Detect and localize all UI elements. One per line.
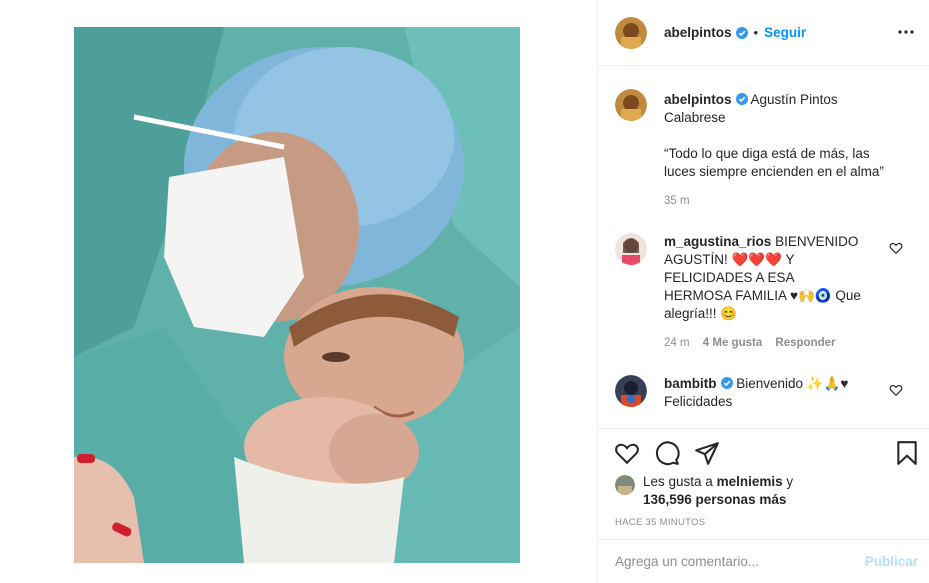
author-username[interactable]: abelpintos xyxy=(664,25,732,40)
caption-username[interactable]: abelpintos xyxy=(664,92,732,107)
verified-badge-icon xyxy=(735,93,748,105)
publish-button[interactable]: Publicar xyxy=(865,554,918,569)
likes-text: Les gusta a melniemis y 136,596 personas… xyxy=(643,473,793,509)
save-bookmark-icon[interactable] xyxy=(894,440,920,466)
verified-badge-icon xyxy=(720,377,733,389)
comment-meta: 24 m 4 Me gusta Responder xyxy=(664,337,846,349)
caption: abelpintos Agustín Pintos Calabrese “Tod… xyxy=(615,89,915,207)
comment-input[interactable] xyxy=(615,554,845,569)
comment-text: m_agustina_rios BIENVENIDO AGUSTÍN! ❤️❤️… xyxy=(664,233,864,323)
caption-quote: “Todo lo que diga está de más, las luces… xyxy=(664,146,884,179)
caption-text: abelpintos Agustín Pintos Calabrese “Tod… xyxy=(664,91,900,181)
liker-username[interactable]: melniemis xyxy=(717,474,783,489)
reply-button[interactable]: Responder xyxy=(775,337,835,349)
likes-count[interactable]: 136,596 personas más xyxy=(643,492,786,507)
comment-username[interactable]: bambitb xyxy=(664,376,717,391)
comment-likes[interactable]: 4 Me gusta xyxy=(703,337,762,349)
comment-item: bambitb Bienvenido ✨🙏♥ Felicidades xyxy=(615,375,915,409)
media-pane xyxy=(0,0,597,583)
commenter-avatar[interactable] xyxy=(615,375,647,407)
commenter-avatar[interactable] xyxy=(615,233,647,265)
caption-avatar[interactable] xyxy=(615,89,647,121)
more-options-icon[interactable] xyxy=(896,22,916,42)
likes-conj: y xyxy=(786,474,794,489)
post-photo-art xyxy=(74,27,520,563)
author-avatar[interactable] xyxy=(615,16,647,49)
verified-badge-icon xyxy=(735,26,748,39)
post-actions: Les gusta a melniemis y 136,596 personas… xyxy=(598,428,929,538)
likes-prefix: Les gusta a xyxy=(643,474,713,489)
comment-username[interactable]: m_agustina_rios xyxy=(664,234,771,249)
comments-list[interactable]: abelpintos Agustín Pintos Calabrese “Tod… xyxy=(598,67,929,427)
like-heart-icon[interactable] xyxy=(614,440,640,466)
post-header: abelpintos • Seguir xyxy=(598,0,929,66)
like-comment-heart-icon[interactable] xyxy=(889,383,903,397)
comment-bubble-icon[interactable] xyxy=(654,440,680,466)
share-paper-plane-icon[interactable] xyxy=(694,440,720,466)
add-comment-bar: Publicar xyxy=(598,539,929,583)
comment-time[interactable]: 24 m xyxy=(664,337,690,349)
post-timestamp[interactable]: HACE 35 MINUTOS xyxy=(615,517,705,528)
separator-dot: • xyxy=(753,25,759,40)
liker-avatar[interactable] xyxy=(615,475,635,495)
comment-text: bambitb Bienvenido ✨🙏♥ Felicidades xyxy=(664,375,864,411)
like-comment-heart-icon[interactable] xyxy=(889,241,903,255)
likes-summary: Les gusta a melniemis y 136,596 personas… xyxy=(615,473,793,509)
caption-time[interactable]: 35 m xyxy=(664,195,690,207)
comment-item: m_agustina_rios BIENVENIDO AGUSTÍN! ❤️❤️… xyxy=(615,233,915,349)
post-sidebar: abelpintos • Seguir abelpintos Agustín P… xyxy=(597,0,929,583)
follow-button[interactable]: Seguir xyxy=(764,25,806,40)
post-photo[interactable] xyxy=(74,27,520,563)
